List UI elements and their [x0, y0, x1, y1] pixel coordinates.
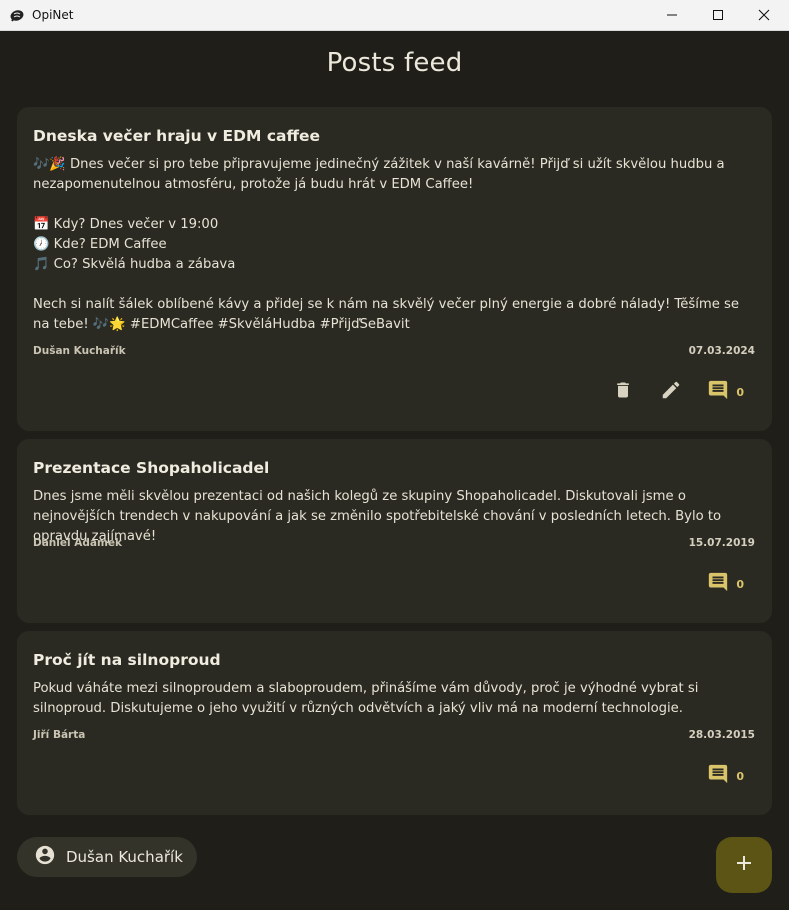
- post-body: 🎶🎉 Dnes večer si pro tebe připravujeme j…: [33, 157, 740, 332]
- window-title: OpiNet: [32, 8, 74, 22]
- post-card[interactable]: Prezentace Shopaholicadel Dnes jsme měli…: [17, 439, 772, 623]
- edit-button[interactable]: [659, 380, 683, 404]
- post-author: Jiří Bárta: [33, 729, 86, 741]
- post-card[interactable]: Proč jít na silnoproud Pokud váháte mezi…: [17, 631, 772, 815]
- account-circle-icon: [34, 844, 56, 870]
- plus-icon: [735, 854, 753, 876]
- current-user-name: Dušan Kuchařík: [66, 848, 183, 866]
- add-post-button[interactable]: [716, 837, 772, 893]
- comments-button[interactable]: 0: [707, 763, 744, 789]
- delete-icon: [613, 380, 633, 404]
- post-body: Dnes jsme měli skvělou prezentaci od naš…: [33, 489, 722, 544]
- maximize-button[interactable]: [695, 0, 741, 31]
- comments-button[interactable]: 0: [707, 379, 744, 405]
- post-date: 15.07.2019: [688, 537, 755, 549]
- minimize-button[interactable]: [649, 0, 695, 31]
- window-titlebar: OpiNet: [0, 0, 789, 31]
- post-body: Pokud váháte mezi silnoproudem a slabopr…: [33, 681, 699, 716]
- edit-icon: [660, 379, 682, 405]
- maximize-icon: [712, 6, 724, 25]
- comments-button[interactable]: 0: [707, 571, 744, 597]
- comment-icon: [707, 379, 729, 405]
- post-actions: 0: [707, 763, 744, 789]
- comment-count: 0: [736, 385, 744, 399]
- page-title: Posts feed: [326, 48, 463, 78]
- post-title: Prezentace Shopaholicadel: [33, 459, 270, 477]
- delete-button[interactable]: [611, 380, 635, 404]
- post-title: Dneska večer hraju v EDM caffee: [33, 127, 321, 145]
- post-actions: 0: [611, 379, 744, 405]
- close-icon: [758, 6, 770, 25]
- post-actions: 0: [707, 571, 744, 597]
- close-button[interactable]: [741, 0, 787, 31]
- post-date: 07.03.2024: [688, 345, 755, 357]
- comment-icon: [707, 571, 729, 597]
- app-logo-icon: [9, 8, 25, 24]
- comment-icon: [707, 763, 729, 789]
- comment-count: 0: [736, 769, 744, 783]
- comment-count: 0: [736, 577, 744, 591]
- post-author: Daniel Adámek: [33, 537, 123, 549]
- post-date: 28.03.2015: [688, 729, 755, 741]
- post-card[interactable]: Dneska večer hraju v EDM caffee 🎶🎉 Dnes …: [17, 107, 772, 431]
- post-author: Dušan Kuchařík: [33, 345, 126, 357]
- post-title: Proč jít na silnoproud: [33, 651, 221, 669]
- minimize-icon: [666, 6, 678, 25]
- current-user-chip[interactable]: Dušan Kuchařík: [17, 837, 197, 877]
